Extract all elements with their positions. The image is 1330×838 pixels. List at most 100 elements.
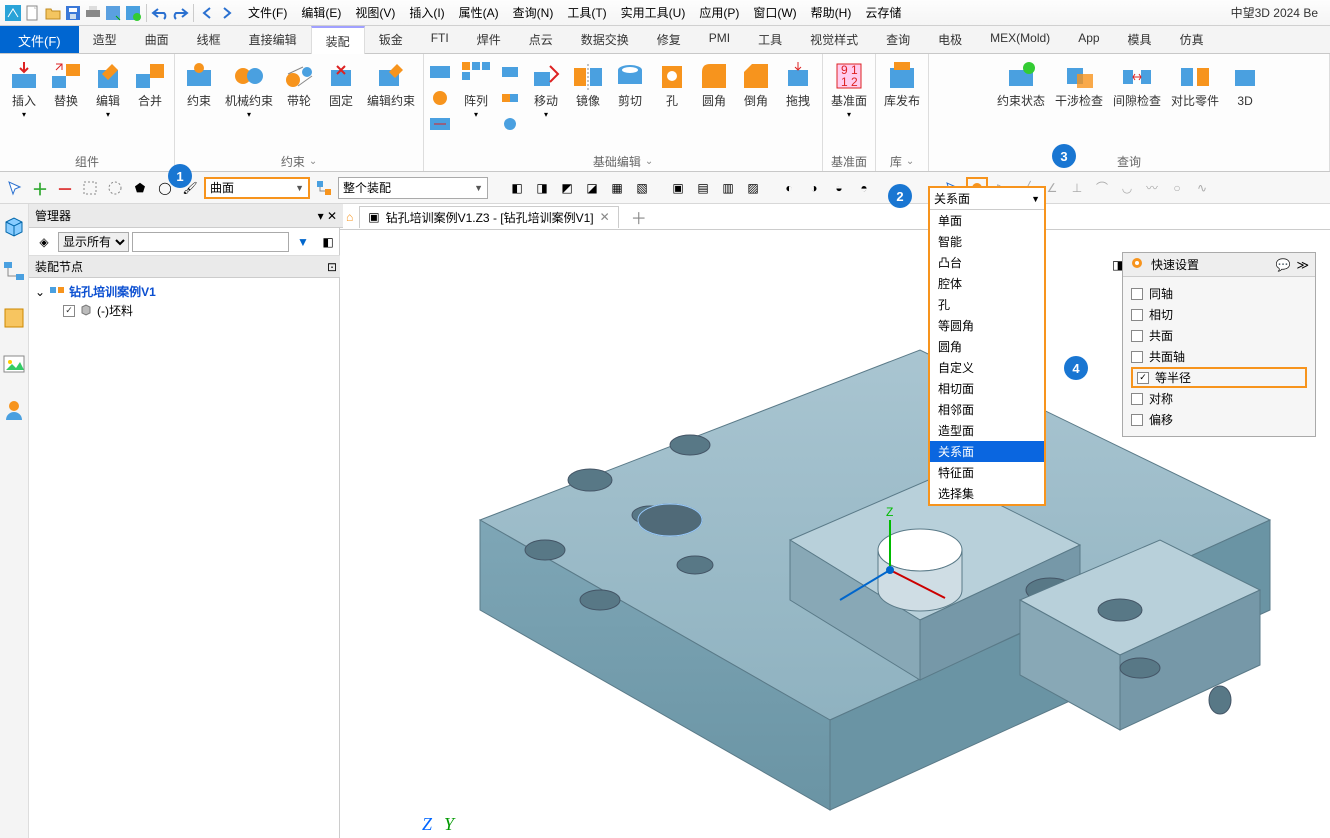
t-icon[interactable]: ◧ [506, 177, 528, 199]
quick-item[interactable]: 相切 [1131, 304, 1307, 325]
ribbon-tab[interactable]: 曲面 [131, 26, 183, 53]
quick-item[interactable]: 偏移 [1131, 409, 1307, 430]
ribbon-tab[interactable]: 焊件 [463, 26, 515, 53]
ribbon-tab[interactable]: 数据交换 [567, 26, 643, 53]
menu-window[interactable]: 窗口(W) [749, 2, 800, 23]
mech-constraint-button[interactable]: 机械约束▾ [223, 58, 275, 151]
cube-icon[interactable] [0, 212, 28, 240]
small-icon[interactable] [500, 88, 522, 110]
arc-icon[interactable]: ⌒ [1091, 177, 1113, 199]
fillet-button[interactable]: 圆角 [696, 58, 732, 151]
menu-app[interactable]: 应用(P) [695, 2, 743, 23]
tree-icon[interactable] [313, 177, 335, 199]
dropdown-item[interactable]: 单面 [930, 210, 1044, 231]
menu-query[interactable]: 查询(N) [509, 2, 558, 23]
t-icon[interactable]: ▤ [692, 177, 714, 199]
ribbon-tab[interactable]: MEX(Mold) [976, 26, 1064, 53]
ribbon-tab[interactable]: 修复 [643, 26, 695, 53]
print-icon[interactable] [84, 4, 102, 22]
ribbon-tab[interactable]: 模具 [1114, 26, 1166, 53]
dropdown-item[interactable]: 腔体 [930, 273, 1044, 294]
t-icon[interactable]: ▥ [717, 177, 739, 199]
dropdown-item[interactable]: 智能 [930, 231, 1044, 252]
edit-constraint-button[interactable]: 编辑约束 [365, 58, 417, 151]
menu-view[interactable]: 视图(V) [351, 2, 399, 23]
move-button[interactable]: 移动▾ [528, 58, 564, 151]
lasso-icon[interactable] [104, 177, 126, 199]
funnel-icon[interactable]: ▼ [292, 231, 314, 253]
box-nav-icon[interactable] [0, 304, 28, 332]
ribbon-tab[interactable]: 钣金 [365, 26, 417, 53]
small-icon[interactable] [500, 114, 522, 136]
t-icon[interactable]: ◩ [556, 177, 578, 199]
quick-item[interactable]: 共面 [1131, 325, 1307, 346]
dropdown-item[interactable]: 孔 [930, 294, 1044, 315]
undo-icon[interactable] [151, 4, 169, 22]
hole-button[interactable]: 孔 [654, 58, 690, 151]
remove-icon[interactable]: － [54, 177, 76, 199]
dropdown-item[interactable]: 凸台 [930, 252, 1044, 273]
ribbon-tab[interactable]: 视觉样式 [796, 26, 872, 53]
datum-plane-button[interactable]: 9 11 2基准面▾ [829, 58, 869, 151]
circle-icon[interactable]: ○ [1166, 177, 1188, 199]
t-icon[interactable]: ◑ [803, 177, 825, 199]
small-icon[interactable] [430, 88, 452, 110]
dropdown-item[interactable]: 造型面 [930, 420, 1044, 441]
insert-button[interactable]: 插入▾ [6, 58, 42, 151]
pin-icon[interactable]: ≫ [1296, 258, 1309, 272]
image-nav-icon[interactable] [0, 350, 28, 378]
tree-child[interactable]: (-)坯料 [97, 302, 133, 319]
dropdown-item[interactable]: 特征面 [930, 462, 1044, 483]
collapse-icon[interactable]: ⌄ [35, 285, 45, 299]
chat-icon[interactable]: 💬 [1275, 258, 1290, 272]
edit-button[interactable]: 编辑▾ [90, 58, 126, 151]
drag-button[interactable]: 拖拽 [780, 58, 816, 151]
forward-icon[interactable] [218, 4, 236, 22]
quick-item[interactable]: 同轴 [1131, 283, 1307, 304]
scope-combo[interactable]: 整个装配▼ [338, 177, 488, 199]
menu-help[interactable]: 帮助(H) [807, 2, 856, 23]
quick-item[interactable]: 共面轴 [1131, 346, 1307, 367]
open-icon[interactable] [44, 4, 62, 22]
poly-icon[interactable]: ⬟ [129, 177, 151, 199]
select-icon[interactable] [4, 177, 26, 199]
box-select-icon[interactable] [79, 177, 101, 199]
constraint-status-button[interactable]: 约束状态 [995, 58, 1047, 151]
menu-tools[interactable]: 工具(T) [563, 2, 610, 23]
perp-icon[interactable]: ⊥ [1066, 177, 1088, 199]
replace-button[interactable]: 替换 [48, 58, 84, 151]
home-icon[interactable]: ⌂ [346, 210, 353, 224]
pin-icon[interactable]: ▾ [318, 209, 324, 223]
fix-button[interactable]: 固定 [323, 58, 359, 151]
t-icon[interactable]: ◨ [531, 177, 553, 199]
menu-insert[interactable]: 插入(I) [405, 2, 448, 23]
mirror-button[interactable]: 镜像 [570, 58, 606, 151]
visibility-checkbox[interactable]: ✓ [63, 305, 75, 317]
small-icon[interactable] [500, 62, 522, 84]
t-icon[interactable]: ◐ [778, 177, 800, 199]
quick-item[interactable]: 对称 [1131, 388, 1307, 409]
expand-icon[interactable]: ⊡ [327, 260, 337, 274]
ribbon-tab[interactable]: 工具 [744, 26, 796, 53]
ribbon-tab[interactable]: FTI [417, 26, 463, 53]
dropdown-item[interactable]: 等圆角 [930, 315, 1044, 336]
tangent-icon[interactable]: ◡ [1116, 177, 1138, 199]
document-tab[interactable]: ▣ 钻孔培训案例V1.Z3 - [钻孔培训案例V1] ✕ [359, 206, 618, 228]
file-tab[interactable]: 文件(F) [0, 26, 79, 53]
filter-combo-1[interactable]: 曲面▼ [204, 177, 310, 199]
t-icon[interactable]: ◪ [581, 177, 603, 199]
ribbon-tab[interactable]: 线框 [183, 26, 235, 53]
new-tab-button[interactable]: ＋ [625, 205, 653, 229]
ribbon-tab[interactable]: 直接编辑 [235, 26, 311, 53]
saveas-icon[interactable] [104, 4, 122, 22]
tree-nav-icon[interactable] [0, 258, 28, 286]
t-icon[interactable]: ▧ [631, 177, 653, 199]
small-icon[interactable] [430, 62, 452, 84]
wave-icon[interactable]: ∿ [1191, 177, 1213, 199]
chamfer-button[interactable]: 倒角 [738, 58, 774, 151]
quick-item-equal-radius[interactable]: ✓等半径 [1131, 367, 1307, 388]
ribbon-tab[interactable]: 点云 [515, 26, 567, 53]
ribbon-tab[interactable]: 电极 [924, 26, 976, 53]
new-icon[interactable] [24, 4, 42, 22]
ribbon-tab[interactable]: 仿真 [1166, 26, 1218, 53]
